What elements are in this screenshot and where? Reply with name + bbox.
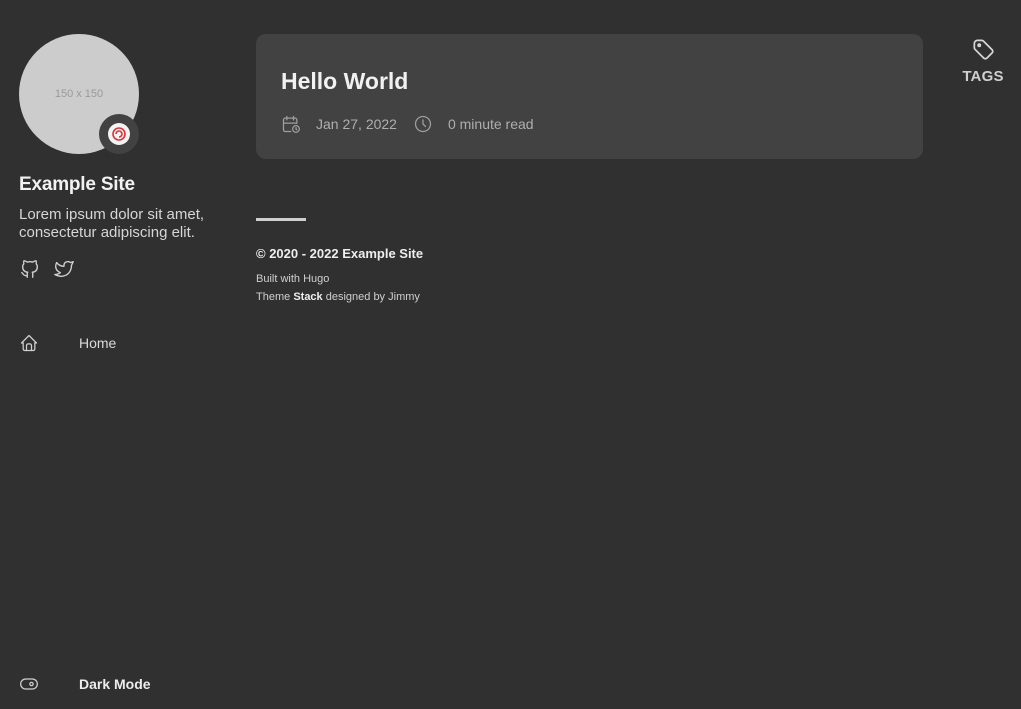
github-icon[interactable] [19,258,41,280]
tags-label: TAGS [962,68,1004,85]
site-description: Lorem ipsum dolor sit amet, consectetur … [19,206,205,241]
menu-item-home[interactable]: Home [19,331,116,355]
clock-icon [413,114,433,134]
dark-mode-toggle[interactable]: Dark Mode [19,672,151,696]
footer-built-with: Built with Hugo [256,273,423,285]
toggle-icon [19,674,39,694]
twitter-icon[interactable] [53,258,75,280]
built-with-prefix: Built with [256,273,301,285]
theme-stack-link[interactable]: Stack [293,291,322,303]
article-read-time: 0 minute read [447,116,534,132]
home-icon [19,333,39,353]
site-name[interactable]: Example Site [19,174,239,196]
theme-prefix: Theme [256,291,291,303]
left-sidebar: 150 x 150 Example Site Lorem ipsum dolor… [19,34,239,709]
calendar-icon [281,114,301,134]
dark-mode-label: Dark Mode [79,676,151,692]
menu-item-label: Home [79,335,117,351]
emoji-icon [108,123,130,145]
page: 150 x 150 Example Site Lorem ipsum dolor… [0,0,1021,709]
site-footer: © 2020 - 2022 Example Site Built with Hu… [256,218,423,303]
main-menu: Home [19,331,116,355]
article-title[interactable]: Hello World [281,68,408,95]
social-links [19,258,239,280]
theme-author-link[interactable]: Jimmy [388,291,420,303]
footer-divider [256,218,306,221]
theme-middle: designed by [325,291,386,303]
tag-icon [970,36,996,62]
avatar-container[interactable]: 150 x 150 [19,34,139,154]
avatar-placeholder-text: 150 x 150 [54,88,104,100]
article-card[interactable]: Hello World Jan 27, 2022 0 minute read [256,34,923,159]
tags-widget[interactable]: TAGS [960,36,1006,85]
hugo-link[interactable]: Hugo [303,273,329,285]
article-date: Jan 27, 2022 [316,116,397,132]
article-meta: Jan 27, 2022 0 minute read [281,114,534,134]
emoji-badge [99,114,139,154]
footer-copyright: © 2020 - 2022 Example Site [256,246,424,261]
footer-theme: Theme Stack designed by Jimmy [256,291,423,303]
